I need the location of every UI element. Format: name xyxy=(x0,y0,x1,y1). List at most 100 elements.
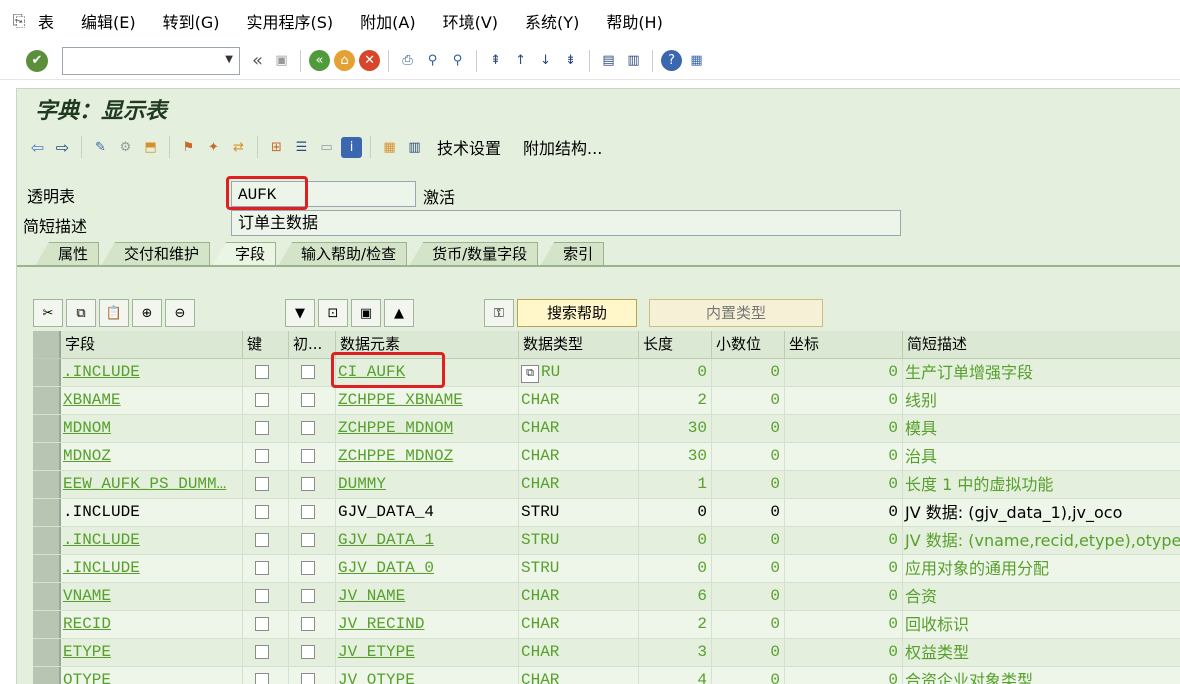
table-row[interactable]: XBNAME ZCHPPE_XBNAME CHAR 2 0 0 线别 xyxy=(33,387,1180,415)
table-row[interactable]: MDNOM ZCHPPE_MDNOM CHAR 30 0 0 模具 xyxy=(33,415,1180,443)
key-checkbox[interactable] xyxy=(255,617,269,631)
field-name-cell[interactable]: .INCLUDE xyxy=(61,359,243,386)
activate-icon[interactable]: ⚑ xyxy=(178,137,199,158)
search-help-button[interactable]: 搜索帮助 xyxy=(517,299,637,327)
field-name-cell[interactable]: VNAME xyxy=(61,583,243,610)
key-checkbox[interactable] xyxy=(255,589,269,603)
other-object-icon[interactable]: ⚙ xyxy=(115,137,136,158)
where-used-icon[interactable]: ✦ xyxy=(203,137,224,158)
row-selector[interactable] xyxy=(33,499,61,526)
object-list-icon[interactable]: ⇄ xyxy=(228,137,249,158)
row-selector[interactable] xyxy=(33,583,61,610)
key-checkbox[interactable] xyxy=(255,449,269,463)
col-initial[interactable]: 初... xyxy=(289,331,336,358)
col-key[interactable]: 键 xyxy=(243,331,289,358)
initial-checkbox[interactable] xyxy=(301,561,315,575)
data-element-cell[interactable]: JV_OTYPE xyxy=(336,667,519,684)
select-icon[interactable]: ▣ xyxy=(351,299,381,327)
row-selector[interactable] xyxy=(33,639,61,666)
initial-checkbox[interactable] xyxy=(301,449,315,463)
initial-checkbox[interactable] xyxy=(301,505,315,519)
data-element-cell[interactable]: JV_NAME xyxy=(336,583,519,610)
cut-icon[interactable]: ✂ xyxy=(33,299,63,327)
col-coordinate[interactable]: 坐标 xyxy=(785,331,903,358)
data-element-cell[interactable]: GJV_DATA_4 xyxy=(336,499,519,526)
top-icon[interactable]: ▲ xyxy=(384,299,414,327)
print-icon[interactable]: ⎙ xyxy=(397,50,418,71)
paste-icon[interactable]: 📋 xyxy=(99,299,129,327)
tab-currency-quantity[interactable]: 货币/数量字段 xyxy=(409,242,539,266)
f4-help-icon[interactable]: ⧉ xyxy=(521,365,539,383)
find-icon[interactable]: ⚲ xyxy=(422,50,443,71)
field-name-cell[interactable]: MDNOM xyxy=(61,415,243,442)
enter-check-icon[interactable]: ✔ xyxy=(26,49,48,72)
first-page-icon[interactable]: ⇞ xyxy=(485,50,506,71)
short-desc-field[interactable]: 订单主数据 xyxy=(231,210,901,236)
initial-checkbox[interactable] xyxy=(301,617,315,631)
row-selector[interactable] xyxy=(33,611,61,638)
data-element-cell[interactable]: ZCHPPE_XBNAME xyxy=(336,387,519,414)
builtin-type-button[interactable]: 内置类型 xyxy=(649,299,823,327)
row-selector[interactable] xyxy=(33,471,61,498)
tab-indexes[interactable]: 索引 xyxy=(540,242,605,266)
info-icon[interactable]: i xyxy=(341,136,362,158)
col-short-desc[interactable]: 简短描述 xyxy=(903,331,1180,358)
menu-environment[interactable]: 环境(V) xyxy=(443,9,498,33)
tab-delivery-maintenance[interactable]: 交付和维护 xyxy=(101,242,211,266)
menu-extras[interactable]: 附加(A) xyxy=(360,9,415,33)
back-arrow-icon[interactable]: ⇦ xyxy=(27,137,48,158)
find-next-icon[interactable]: ⚲ xyxy=(447,50,468,71)
insert-row-icon[interactable]: ⊕ xyxy=(132,299,162,327)
hierarchy-icon[interactable]: ⊞ xyxy=(266,137,287,158)
data-element-cell[interactable]: GJV_DATA_0 xyxy=(336,555,519,582)
field-name-cell[interactable]: .INCLUDE xyxy=(61,499,243,526)
menu-edit[interactable]: 编辑(E) xyxy=(81,9,136,33)
menu-logoff-icon[interactable]: ⎘ xyxy=(0,11,38,31)
tech-settings-button[interactable]: 技术设置 xyxy=(437,135,501,159)
data-element-cell[interactable]: JV_ETYPE xyxy=(336,639,519,666)
initial-checkbox[interactable] xyxy=(301,589,315,603)
menu-utilities[interactable]: 实用程序(S) xyxy=(247,9,334,33)
data-element-cell[interactable]: GJV_DATA_1 xyxy=(336,527,519,554)
key-checkbox[interactable] xyxy=(255,477,269,491)
key-checkbox[interactable] xyxy=(255,505,269,519)
new-session-icon[interactable]: ▤ xyxy=(598,50,619,71)
col-decimals[interactable]: 小数位 xyxy=(712,331,785,358)
data-element-cell[interactable]: JV_RECIND xyxy=(336,611,519,638)
field-name-cell[interactable]: OTYPE xyxy=(61,667,243,684)
previous-page-icon[interactable]: ↑ xyxy=(510,50,531,71)
row-selector[interactable] xyxy=(33,415,61,442)
initial-checkbox[interactable] xyxy=(301,365,315,379)
delete-row-icon[interactable]: ⊖ xyxy=(165,299,195,327)
contents-icon[interactable]: ▥ xyxy=(404,137,425,158)
details-icon[interactable]: ⊡ xyxy=(318,299,348,327)
field-name-cell[interactable]: .INCLUDE xyxy=(61,555,243,582)
field-name-cell[interactable]: RECID xyxy=(61,611,243,638)
table-row[interactable]: VNAME JV_NAME CHAR 6 0 0 合资 xyxy=(33,583,1180,611)
key-checkbox[interactable] xyxy=(255,673,269,684)
chevron-down-icon[interactable]: ▼ xyxy=(225,54,233,65)
row-selector[interactable] xyxy=(33,359,61,386)
key-checkbox[interactable] xyxy=(255,393,269,407)
menu-table[interactable]: 表 xyxy=(38,9,54,33)
command-field[interactable]: ▼ xyxy=(62,46,240,75)
table-row[interactable]: .INCLUDE CI_AUFK ⧉ RU 0 0 0 生产订单增强字段 xyxy=(33,359,1180,387)
list-icon[interactable]: ☰ xyxy=(291,137,312,158)
row-selector[interactable] xyxy=(33,443,61,470)
table-row[interactable]: ETYPE JV_ETYPE CHAR 3 0 0 权益类型 xyxy=(33,639,1180,667)
initial-checkbox[interactable] xyxy=(301,393,315,407)
col-length[interactable]: 长度 xyxy=(639,331,712,358)
append-structure-button[interactable]: 附加结构... xyxy=(523,135,602,159)
shortcut-icon[interactable]: ▥ xyxy=(623,50,644,71)
help-icon[interactable]: ? xyxy=(661,50,683,71)
field-name-cell[interactable]: XBNAME xyxy=(61,387,243,414)
display-change-icon[interactable]: ✎ xyxy=(90,137,111,158)
initial-checkbox[interactable] xyxy=(301,477,315,491)
data-element-cell[interactable]: ZCHPPE_MDNOM xyxy=(336,415,519,442)
tab-input-help-check[interactable]: 输入帮助/检查 xyxy=(278,242,408,266)
check-icon[interactable]: ⬒ xyxy=(140,137,161,158)
row-selector[interactable] xyxy=(33,527,61,554)
data-element-cell[interactable]: DUMMY xyxy=(336,471,519,498)
copy-icon[interactable]: ⧉ xyxy=(66,299,96,327)
customize-layout-icon[interactable]: ▦ xyxy=(686,50,707,71)
